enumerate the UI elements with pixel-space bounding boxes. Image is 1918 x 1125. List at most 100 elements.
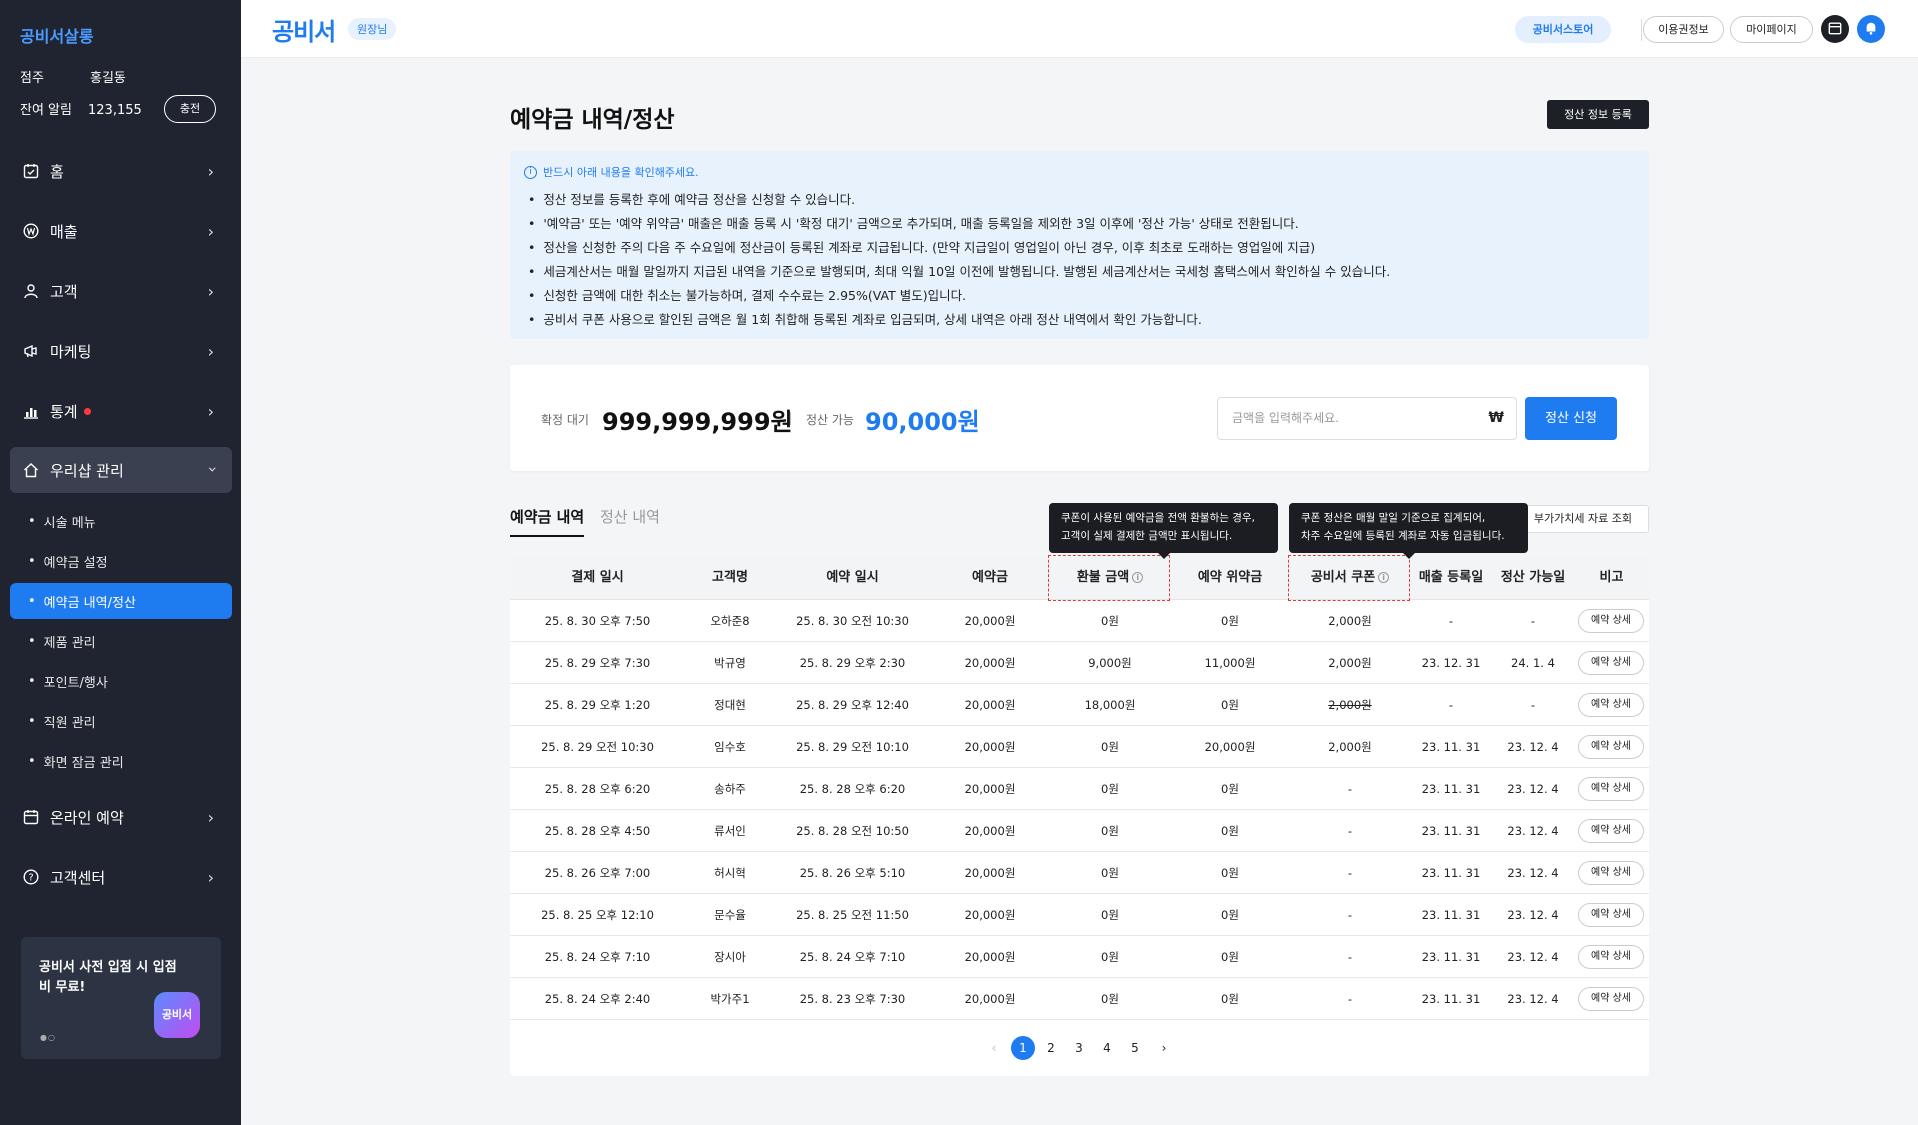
table-row: 25. 8. 29 오후 7:30 박규영 25. 8. 29 오후 2:30 20,…	[510, 642, 1649, 684]
cell-sales-date: 23. 12. 31	[1421, 656, 1481, 670]
nav-home[interactable]: 홈 ›	[10, 148, 232, 194]
booking-detail-button[interactable]: 예약 상세	[1578, 735, 1644, 759]
notice-item: 신청한 금액에 대한 취소는 불가능하며, 결제 수수료는 2.95%(VAT …	[528, 284, 1390, 308]
nav-shop-management-label: 우리샵 관리	[50, 461, 124, 480]
logo[interactable]: 공비서	[272, 12, 336, 47]
cell-customer: 송하주	[714, 782, 746, 796]
question-icon: ?	[22, 868, 40, 886]
tab-settlement-history[interactable]: 정산 내역	[600, 506, 660, 527]
page-4[interactable]: 4	[1095, 1036, 1119, 1060]
notification-button[interactable]	[1857, 15, 1885, 43]
booking-detail-button[interactable]: 예약 상세	[1578, 609, 1644, 633]
chevron-right-icon: ›	[207, 162, 214, 181]
cell-refund: 0원	[1101, 950, 1119, 964]
chevron-right-icon: ›	[207, 402, 214, 421]
booking-detail-button[interactable]: 예약 상세	[1578, 861, 1644, 885]
cell-coupon: 2,000원	[1328, 656, 1372, 670]
nav-online-booking[interactable]: 온라인 예약 ›	[10, 794, 232, 840]
cell-sales-date: 23. 11. 31	[1421, 992, 1481, 1006]
cell-payment-date: 25. 8. 26 오후 7:00	[544, 866, 651, 880]
col-booking-date: 예약 일시	[826, 570, 879, 585]
role-badge: 원장님	[348, 18, 397, 40]
cell-sales-date: 23. 11. 31	[1421, 866, 1481, 880]
table-row: 25. 8. 29 오전 10:30 임수호 25. 8. 29 오전 10:10 2…	[510, 726, 1649, 768]
calendar-button[interactable]	[1821, 15, 1849, 43]
cell-deposit: 20,000원	[964, 950, 1016, 964]
submenu-points-events[interactable]: 포인트/행사	[10, 663, 232, 699]
cell-penalty: 0원	[1221, 950, 1239, 964]
cell-deposit: 20,000원	[964, 740, 1016, 754]
booking-detail-button[interactable]: 예약 상세	[1578, 903, 1644, 927]
shop-name: 공비서살롱	[20, 27, 94, 46]
cell-refund: 0원	[1101, 992, 1119, 1006]
table-row: 25. 8. 30 오후 7:50 오하준8 25. 8. 30 오전 10:30 2…	[510, 600, 1649, 642]
nav-sales-label: 매출	[50, 222, 78, 241]
cell-coupon: -	[1347, 992, 1353, 1006]
submenu-staff[interactable]: 직원 관리	[10, 703, 232, 739]
alarm-row: 잔여 알림 123,155	[20, 99, 142, 118]
tab-deposit-history[interactable]: 예약금 내역	[510, 506, 585, 537]
submenu-deposit-settings[interactable]: 예약금 설정	[10, 543, 232, 579]
register-settlement-info-button[interactable]: 정산 정보 등록	[1547, 100, 1649, 129]
coupon-highlight	[1288, 555, 1410, 601]
cell-sales-date: 23. 11. 31	[1421, 740, 1481, 754]
nav-support[interactable]: ? 고객센터 ›	[10, 854, 232, 900]
booking-detail-button[interactable]: 예약 상세	[1578, 693, 1644, 717]
page-2[interactable]: 2	[1039, 1036, 1063, 1060]
cell-deposit: 20,000원	[964, 866, 1016, 880]
notice-item: 정산 정보를 등록한 후에 예약금 정산을 신청할 수 있습니다.	[528, 188, 1390, 212]
owner-row: 점주 홍길동	[20, 67, 126, 86]
charge-button[interactable]: 충전	[164, 95, 216, 123]
cell-refund: 0원	[1101, 740, 1119, 754]
submenu-screen-lock[interactable]: 화면 잠금 관리	[10, 743, 232, 779]
available-amount: 90,000원	[865, 408, 980, 436]
notice-list: 정산 정보를 등록한 후에 예약금 정산을 신청할 수 있습니다. '예약금' …	[528, 188, 1390, 332]
promo-banner[interactable]: 공비서 사전 입점 시 입점비 무료! 공비서 ●○	[21, 937, 221, 1059]
cell-booking-date: 25. 8. 29 오후 12:40	[796, 698, 909, 712]
nav-stats[interactable]: 통계 ›	[10, 388, 232, 434]
store-button[interactable]: 공비서스토어	[1515, 16, 1611, 43]
page-3[interactable]: 3	[1067, 1036, 1091, 1060]
nav-customers[interactable]: 고객 ›	[10, 268, 232, 314]
submenu-treatment-menu[interactable]: 시술 메뉴	[10, 503, 232, 539]
cell-payment-date: 25. 8. 28 오후 4:50	[544, 824, 651, 838]
col-available-date: 정산 가능일	[1500, 570, 1566, 585]
cell-refund: 18,000원	[1084, 698, 1136, 712]
pending-label: 확정 대기	[541, 413, 589, 427]
booking-detail-button[interactable]: 예약 상세	[1578, 651, 1644, 675]
mypage-button[interactable]: 마이페이지	[1730, 16, 1813, 43]
notice-header: i 반드시 아래 내용을 확인해주세요.	[524, 164, 699, 180]
next-page-button[interactable]: ›	[1152, 1036, 1176, 1060]
page-5[interactable]: 5	[1123, 1036, 1147, 1060]
apply-settlement-button[interactable]: 정산 신청	[1525, 397, 1617, 440]
cell-refund: 0원	[1101, 866, 1119, 880]
cell-available-date: -	[1530, 614, 1536, 628]
submenu-products[interactable]: 제품 관리	[10, 623, 232, 659]
table-row: 25. 8. 25 오후 12:10 문수율 25. 8. 25 오전 11:50 2…	[510, 894, 1649, 936]
subscription-info-button[interactable]: 이용권정보	[1643, 16, 1724, 43]
submenu-deposit-history[interactable]: 예약금 내역/정산	[10, 583, 232, 619]
amount-input[interactable]: 금액을 입력해주세요. ₩	[1217, 397, 1517, 440]
nav-sales[interactable]: 매출 ›	[10, 208, 232, 254]
nav-shop-management[interactable]: 우리샵 관리 ›	[10, 447, 232, 493]
won-coin-icon	[22, 222, 40, 240]
booking-detail-button[interactable]: 예약 상세	[1578, 945, 1644, 969]
nav-marketing[interactable]: 마케팅 ›	[10, 328, 232, 374]
cell-customer: 임수호	[714, 740, 746, 754]
top-bar: 공비서 원장님 공비서스토어 이용권정보 마이페이지	[241, 0, 1918, 58]
cell-customer: 박규영	[714, 656, 746, 670]
sidebar: 공비서살롱 점주 홍길동 잔여 알림 123,155 충전 홈 › 매출 › 고객 …	[0, 0, 241, 1125]
booking-detail-button[interactable]: 예약 상세	[1578, 819, 1644, 843]
booking-detail-button[interactable]: 예약 상세	[1578, 987, 1644, 1011]
notice-item: 세금계산서는 매월 말일까지 지급된 내역을 기준으로 발행되며, 최대 익월 …	[528, 260, 1390, 284]
cell-customer: 류서인	[714, 824, 746, 838]
chevron-right-icon: ›	[207, 868, 214, 887]
page-1[interactable]: 1	[1011, 1036, 1035, 1060]
cell-customer: 박가주1	[710, 992, 750, 1006]
vat-data-button[interactable]: 부가가치세 자료 조회	[1515, 505, 1649, 533]
booking-detail-button[interactable]: 예약 상세	[1578, 777, 1644, 801]
prev-page-button[interactable]: ‹	[982, 1036, 1006, 1060]
cell-coupon: -	[1347, 908, 1353, 922]
calendar-icon	[22, 808, 40, 826]
nav-support-label: 고객센터	[50, 868, 106, 887]
